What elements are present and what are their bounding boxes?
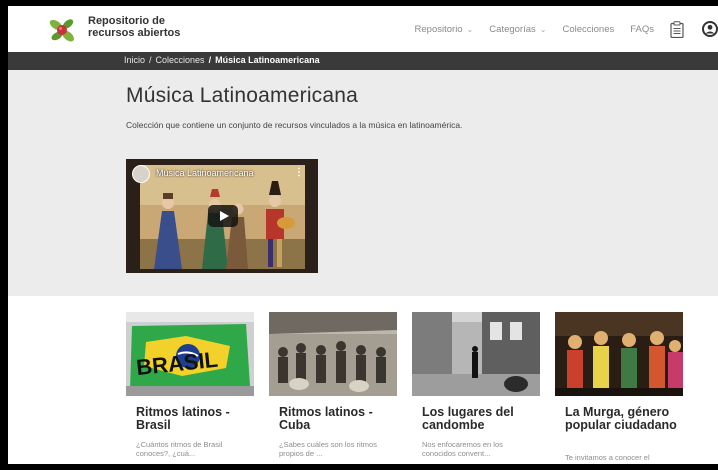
brand-line-1: Repositorio de [88, 15, 166, 27]
breadcrumb-separator: / [208, 55, 212, 65]
breadcrumb-home[interactable]: Inicio [124, 55, 145, 65]
resource-card[interactable]: La Murga, género popular ciudadano Te in… [555, 312, 683, 464]
brand-name[interactable]: Repositorio de recursos abiertos [88, 15, 188, 39]
breadcrumb-current: Música Latinoamericana [215, 55, 320, 65]
resource-card[interactable]: BRASIL Ritmos latinos - Brasil ¿Cuántos … [126, 312, 254, 464]
resource-card[interactable]: Los lugares del candombe Nos enfocaremos… [412, 312, 540, 464]
resource-card[interactable]: Ritmos latinos - Cuba ¿Sabes cuáles son … [269, 312, 397, 464]
nav-colecciones[interactable]: Colecciones [562, 24, 614, 35]
breadcrumb-separator: / [149, 55, 152, 65]
main-nav: Repositorio ⌄ Categorías ⌄ Colecciones F… [415, 6, 718, 52]
card-image [269, 312, 397, 396]
card-title: Ritmos latinos - Brasil [136, 405, 230, 432]
page-title: Música Latinoamericana [126, 84, 359, 107]
card-title: Los lugares del candombe [422, 405, 514, 432]
breadcrumb: Inicio / Colecciones / Música Latinoamerican… [124, 55, 320, 65]
card-description: Nos enfocaremos en los conocidos convent… [422, 440, 503, 458]
breadcrumb-colecciones[interactable]: Colecciones [156, 55, 205, 65]
card-description: ¿Sabes cuáles son los ritmos propios de … [279, 440, 377, 458]
chevron-down-icon: ⌄ [466, 24, 474, 34]
nav-faqs[interactable]: FAQs [630, 24, 654, 35]
card-title: La Murga, género popular ciudadano [565, 405, 677, 432]
video-menu-icon[interactable]: ⋮ [294, 167, 304, 178]
nav-faqs-label: FAQs [630, 23, 654, 35]
collection-hero: Música Latinoamericana Colección que con… [8, 70, 718, 296]
card-description: Te invitamos a conocer el [565, 453, 650, 462]
browser-viewport: Repositorio de recursos abiertos Reposit… [8, 6, 718, 464]
resource-cards: BRASIL Ritmos latinos - Brasil ¿Cuántos … [126, 312, 696, 464]
card-image: BRASIL [126, 312, 254, 396]
logo-icon[interactable] [48, 16, 76, 44]
nav-repositorio[interactable]: Repositorio ⌄ [415, 24, 474, 35]
channel-avatar[interactable] [132, 165, 150, 183]
collection-description: Colección que contiene un conjunto de re… [126, 120, 463, 130]
clipboard-icon[interactable] [670, 20, 684, 38]
card-title: Ritmos latinos - Cuba [279, 405, 373, 432]
nav-repositorio-label: Repositorio [414, 23, 463, 35]
video-player[interactable]: Música Latinoamericana ⋮ [126, 159, 318, 273]
nav-categorias[interactable]: Categorías ⌄ [489, 24, 546, 35]
card-description: ¿Cuántos ritmos de Brasil conoces?, ¿cuá… [136, 440, 223, 458]
video-title[interactable]: Música Latinoamericana [156, 168, 254, 178]
user-icon[interactable] [702, 21, 718, 37]
brand-line-2: recursos abiertos [88, 27, 181, 39]
breadcrumb-bar: Inicio / Colecciones / Música Latinoamerican… [8, 52, 718, 70]
play-button[interactable] [208, 205, 238, 227]
chevron-down-icon: ⌄ [539, 24, 547, 34]
card-image [555, 312, 683, 396]
nav-colecciones-label: Colecciones [562, 23, 615, 35]
nav-categorias-label: Categorías [489, 23, 536, 35]
card-image [412, 312, 540, 396]
site-header: Repositorio de recursos abiertos Reposit… [8, 6, 718, 52]
